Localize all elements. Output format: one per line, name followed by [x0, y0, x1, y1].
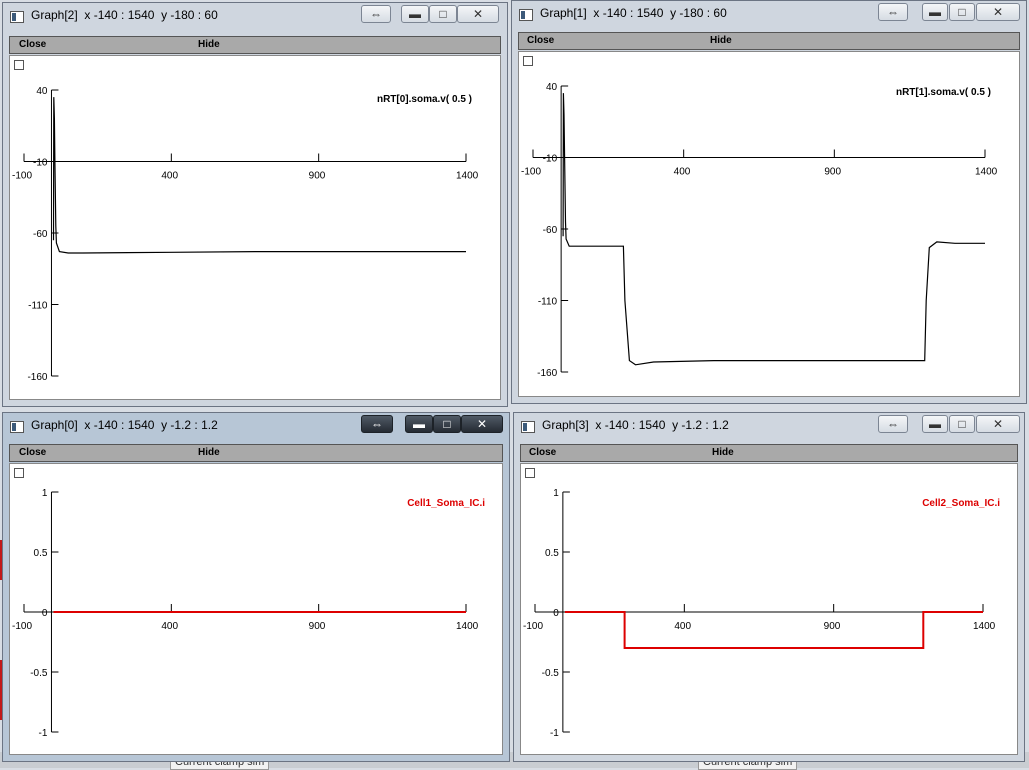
- window-title: Graph[2] x -140 : 1540 y -180 : 60: [31, 8, 218, 22]
- x-tick-label: 400: [161, 171, 178, 182]
- x-tick-label: -100: [521, 167, 541, 178]
- y-tick-label: -60: [543, 225, 558, 236]
- maximize-icon[interactable]: □: [433, 415, 461, 433]
- plot-area: -100 400 900 1400 1 0.5 0 -0.5 -1 Cell1_Soma_IC.i: [12, 488, 485, 739]
- graph-canvas[interactable]: -100 400 900 1400 40 -10 -60 -110 -160 nRT[1].som…: [518, 51, 1020, 397]
- x-tick-label: 1400: [975, 167, 998, 178]
- close-icon[interactable]: ✕: [457, 5, 499, 23]
- graph-window[interactable]: Graph[3] x -140 : 1540 y -1.2 : 1.2 ⇔ ▬ …: [513, 412, 1025, 762]
- x-tick-label: 1400: [973, 621, 996, 632]
- hide-button[interactable]: Hide: [710, 35, 732, 46]
- hide-button[interactable]: Hide: [198, 39, 220, 50]
- graph-canvas[interactable]: -100 400 900 1400 40 -10 -60 -110 -160 nRT[0].som…: [9, 55, 501, 400]
- app-icon: [521, 421, 535, 433]
- double-arrow-icon[interactable]: ⇔: [878, 415, 908, 433]
- maximize-icon[interactable]: □: [949, 415, 975, 433]
- close-icon[interactable]: ✕: [976, 3, 1020, 21]
- y-tick-label: 0: [553, 608, 559, 619]
- close-button[interactable]: Close: [527, 35, 554, 46]
- y-tick-label: 0.5: [545, 548, 559, 559]
- double-arrow-icon[interactable]: ⇔: [361, 5, 391, 23]
- x-tick-label: 900: [309, 621, 326, 632]
- hide-button[interactable]: Hide: [198, 447, 220, 458]
- close-icon[interactable]: ✕: [461, 415, 503, 433]
- minimize-icon[interactable]: ▬: [405, 415, 433, 433]
- y-tick-label: -160: [27, 372, 47, 383]
- minimize-icon[interactable]: ▬: [922, 3, 948, 21]
- graph-window[interactable]: Graph[0] x -140 : 1540 y -1.2 : 1.2 ⇔ ▬ …: [2, 412, 510, 762]
- y-tick-label: -10: [543, 154, 558, 165]
- close-button[interactable]: Close: [529, 447, 556, 458]
- menu-bar: Close Hide: [518, 32, 1020, 50]
- app-icon: [10, 421, 24, 433]
- menu-bar: Close Hide: [9, 444, 503, 462]
- title-bar[interactable]: Graph[0] x -140 : 1540 y -1.2 : 1.2 ⇔ ▬ …: [3, 413, 509, 441]
- y-tick-label: -10: [33, 158, 48, 169]
- y-tick-label: -110: [28, 301, 48, 312]
- title-bar[interactable]: Graph[2] x -140 : 1540 y -180 : 60 ⇔ ▬ □…: [3, 3, 507, 31]
- x-tick-label: -100: [12, 171, 32, 182]
- y-tick-label: -0.5: [30, 668, 48, 679]
- plot-area: -100 400 900 1400 1 0.5 0 -0.5 -1 Cell2_Soma_IC.i: [523, 488, 1000, 739]
- series-line: [52, 97, 466, 254]
- x-tick-label: 400: [161, 621, 178, 632]
- app-icon: [10, 11, 24, 23]
- series-line: [564, 611, 983, 649]
- app-icon: [519, 9, 533, 21]
- y-tick-label: -1: [39, 728, 48, 739]
- close-button[interactable]: Close: [19, 39, 46, 50]
- x-tick-label: 1400: [456, 621, 479, 632]
- title-bar[interactable]: Graph[1] x -140 : 1540 y -180 : 60 ⇔ ▬ □…: [512, 1, 1026, 29]
- series-label: Cell1_Soma_IC.i: [407, 498, 485, 509]
- graph-canvas[interactable]: -100 400 900 1400 1 0.5 0 -0.5 -1 Cell1_Soma_IC.i: [9, 463, 503, 755]
- y-tick-label: -60: [33, 229, 48, 240]
- y-tick-label: -0.5: [542, 668, 560, 679]
- plot-area: -100 400 900 1400 40 -10 -60 -110 -160 nRT[1].som…: [521, 82, 998, 379]
- double-arrow-icon[interactable]: ⇔: [878, 3, 908, 21]
- y-tick-label: 1: [42, 488, 48, 499]
- minimize-icon[interactable]: ▬: [922, 415, 948, 433]
- window-title: Graph[1] x -140 : 1540 y -180 : 60: [540, 6, 727, 20]
- minimize-icon[interactable]: ▬: [401, 5, 429, 23]
- x-tick-label: -100: [523, 621, 543, 632]
- graph-window[interactable]: Graph[1] x -140 : 1540 y -180 : 60 ⇔ ▬ □…: [511, 0, 1027, 404]
- x-tick-label: 1400: [456, 171, 479, 182]
- maximize-icon[interactable]: □: [949, 3, 975, 21]
- x-tick-label: 400: [674, 167, 691, 178]
- y-tick-label: 40: [546, 82, 558, 93]
- title-bar[interactable]: Graph[3] x -140 : 1540 y -1.2 : 1.2 ⇔ ▬ …: [514, 413, 1024, 441]
- graph-window[interactable]: Graph[2] x -140 : 1540 y -180 : 60 ⇔ ▬ □…: [2, 2, 508, 407]
- y-tick-label: 0.5: [34, 548, 48, 559]
- plot-area: -100 400 900 1400 40 -10 -60 -110 -160 nRT[0].som…: [12, 86, 479, 383]
- double-arrow-icon[interactable]: ⇔: [361, 415, 393, 433]
- maximize-icon[interactable]: □: [429, 5, 457, 23]
- x-tick-label: 900: [824, 167, 841, 178]
- series-label: nRT[1].soma.v( 0.5 ): [896, 87, 991, 98]
- x-tick-label: 900: [824, 621, 841, 632]
- series-line: [562, 93, 985, 366]
- y-tick-label: -1: [550, 728, 559, 739]
- window-title: Graph[3] x -140 : 1540 y -1.2 : 1.2: [542, 418, 729, 432]
- y-tick-label: 0: [42, 608, 48, 619]
- y-tick-label: -110: [538, 297, 558, 308]
- y-tick-label: 1: [553, 488, 559, 499]
- menu-bar: Close Hide: [9, 36, 501, 54]
- x-tick-label: 900: [309, 171, 326, 182]
- menu-bar: Close Hide: [520, 444, 1018, 462]
- y-tick-label: 40: [36, 86, 48, 97]
- x-tick-label: 400: [674, 621, 691, 632]
- x-tick-label: -100: [12, 621, 32, 632]
- series-label: Cell2_Soma_IC.i: [922, 498, 1000, 509]
- graph-canvas[interactable]: -100 400 900 1400 1 0.5 0 -0.5 -1 Cell2_Soma_IC.i: [520, 463, 1018, 755]
- series-label: nRT[0].soma.v( 0.5 ): [377, 94, 472, 105]
- close-icon[interactable]: ✕: [976, 415, 1020, 433]
- close-button[interactable]: Close: [19, 447, 46, 458]
- hide-button[interactable]: Hide: [712, 447, 734, 458]
- y-tick-label: -160: [537, 368, 557, 379]
- window-title: Graph[0] x -140 : 1540 y -1.2 : 1.2: [31, 418, 218, 432]
